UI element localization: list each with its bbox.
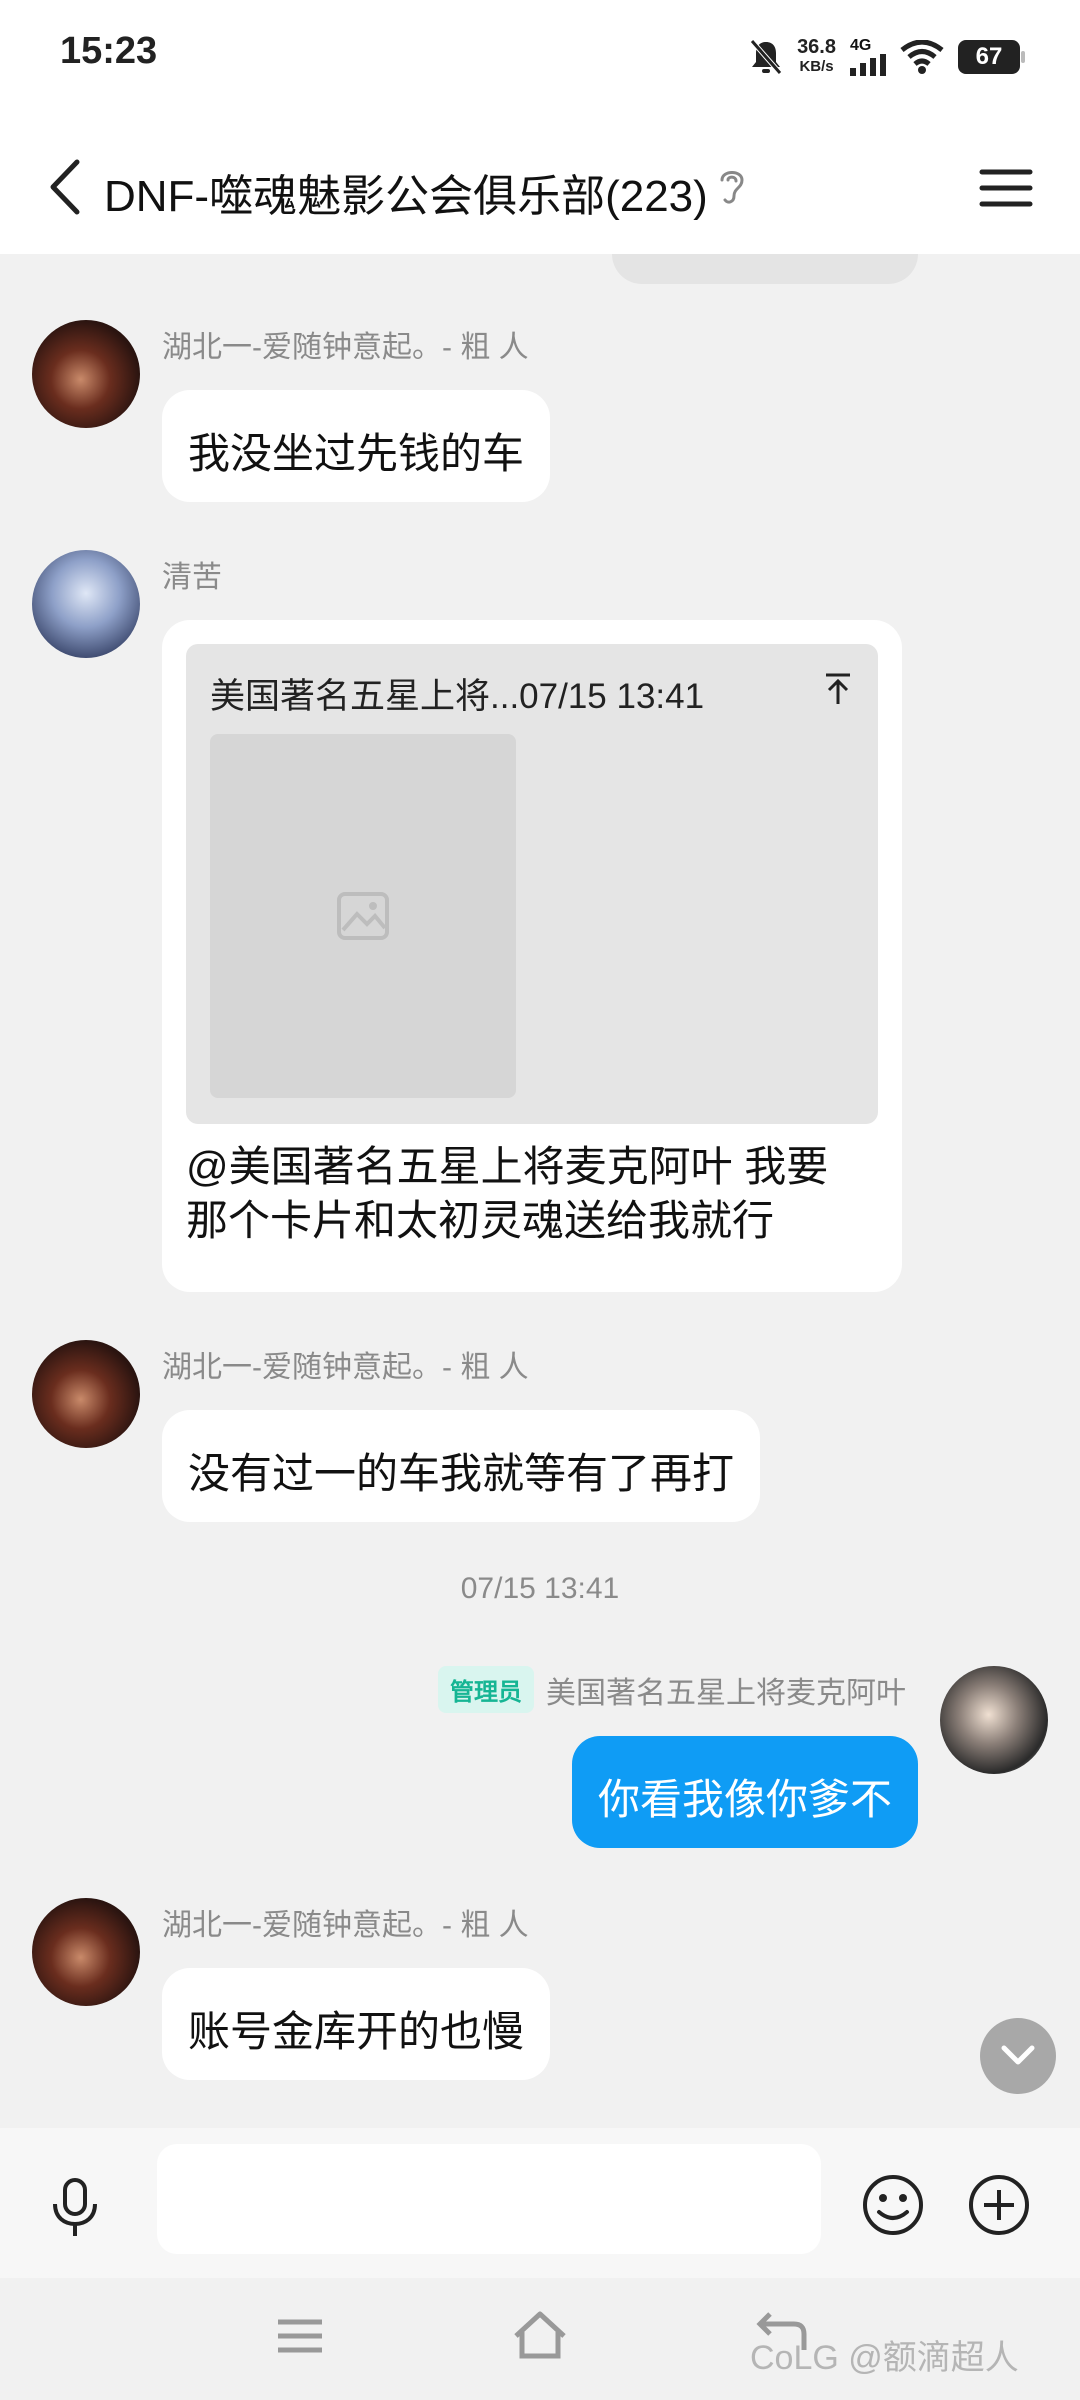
message-bubble[interactable]: 账号金库开的也慢 <box>162 1968 551 2080</box>
sender-line: 管理员 美国著名五星上将麦克阿叶 <box>438 1666 906 1713</box>
signal-4g: 4G <box>850 38 886 76</box>
message-bubble[interactable]: 没有过一的车我就等有了再打 <box>162 1410 761 1522</box>
image-placeholder[interactable] <box>210 734 516 1098</box>
admin-badge: 管理员 <box>438 1666 534 1713</box>
chevron-left-icon <box>50 159 80 215</box>
back-button[interactable] <box>30 152 100 222</box>
status-bar: 15:23 36.8 KB/s 4G 67 <box>0 0 1080 120</box>
net-speed: 36.8 KB/s <box>797 37 836 77</box>
sender-name: 湖北一-爱随钟意起。- 粗 人 <box>162 331 529 364</box>
ear-icon[interactable] <box>714 164 750 208</box>
group-title[interactable]: DNF-噬魂魅影公会俱乐部(223) <box>104 160 708 224</box>
microphone-icon[interactable] <box>42 2174 108 2240</box>
wifi-icon <box>900 40 944 74</box>
message-timestamp: 07/15 13:41 <box>460 1572 620 1605</box>
avatar[interactable] <box>32 1340 140 1448</box>
chat-header: DNF-噬魂魅影公会俱乐部(223) <box>0 120 1080 254</box>
signal-icon <box>850 54 886 76</box>
sender-name: 清苦 <box>162 561 222 594</box>
net-speed-value: 36.8 <box>797 36 836 58</box>
status-icons: 36.8 KB/s 4G 67 <box>749 32 1025 82</box>
message-bubble[interactable]: 我没坐过先钱的车 <box>162 390 551 502</box>
sender-name: 湖北一-爱随钟意起。- 粗 人 <box>162 1351 529 1384</box>
menu-nav-icon[interactable] <box>270 2306 330 2366</box>
jump-to-top-icon[interactable] <box>818 668 858 708</box>
system-nav-bar: CoLG @额滴超人 <box>0 2278 1080 2400</box>
input-bar <box>0 2128 1080 2278</box>
emoji-icon[interactable] <box>860 2172 926 2238</box>
sender-name: 美国著名五星上将麦克阿叶 <box>546 1676 906 1710</box>
image-icon <box>337 892 389 940</box>
net-speed-unit: KB/s <box>799 58 834 75</box>
network-type: 4G <box>850 37 872 54</box>
avatar[interactable] <box>940 1666 1048 1774</box>
home-icon[interactable] <box>510 2306 570 2366</box>
avatar[interactable] <box>32 320 140 428</box>
status-time: 15:23 <box>60 30 158 72</box>
scroll-to-bottom-button[interactable] <box>980 2018 1056 2094</box>
battery-indicator: 67 <box>958 40 1025 74</box>
quoted-header: 美国著名五星上将...07/15 13:41 <box>210 677 705 716</box>
avatar[interactable] <box>32 1898 140 2006</box>
reply-message-bubble[interactable]: 美国著名五星上将...07/15 13:41 @美国著名五星上将麦克阿叶 我要 … <box>162 620 902 1292</box>
avatar[interactable] <box>32 550 140 658</box>
plus-icon[interactable] <box>966 2172 1032 2238</box>
self-message-bubble[interactable]: 你看我像你爹不 <box>571 1736 918 1848</box>
message-text: @美国著名五星上将麦克阿叶 我要 那个卡片和太初灵魂送给我就行 <box>186 1143 829 1244</box>
menu-icon[interactable] <box>976 158 1036 218</box>
sender-name: 湖北一-爱随钟意起。- 粗 人 <box>162 1909 529 1942</box>
message-list[interactable]: 湖北一-爱随钟意起。- 粗 人 我没坐过先钱的车 清苦 美国著名五星上将...0… <box>0 254 1080 2128</box>
mute-bell-icon <box>750 39 782 75</box>
previous-message-bubble <box>612 254 918 284</box>
watermark: CoLG @额滴超人 <box>750 2339 1019 2377</box>
chevron-down-icon <box>1001 2045 1035 2065</box>
quoted-message[interactable]: 美国著名五星上将...07/15 13:41 <box>186 644 878 1124</box>
message-input[interactable] <box>157 2144 821 2254</box>
